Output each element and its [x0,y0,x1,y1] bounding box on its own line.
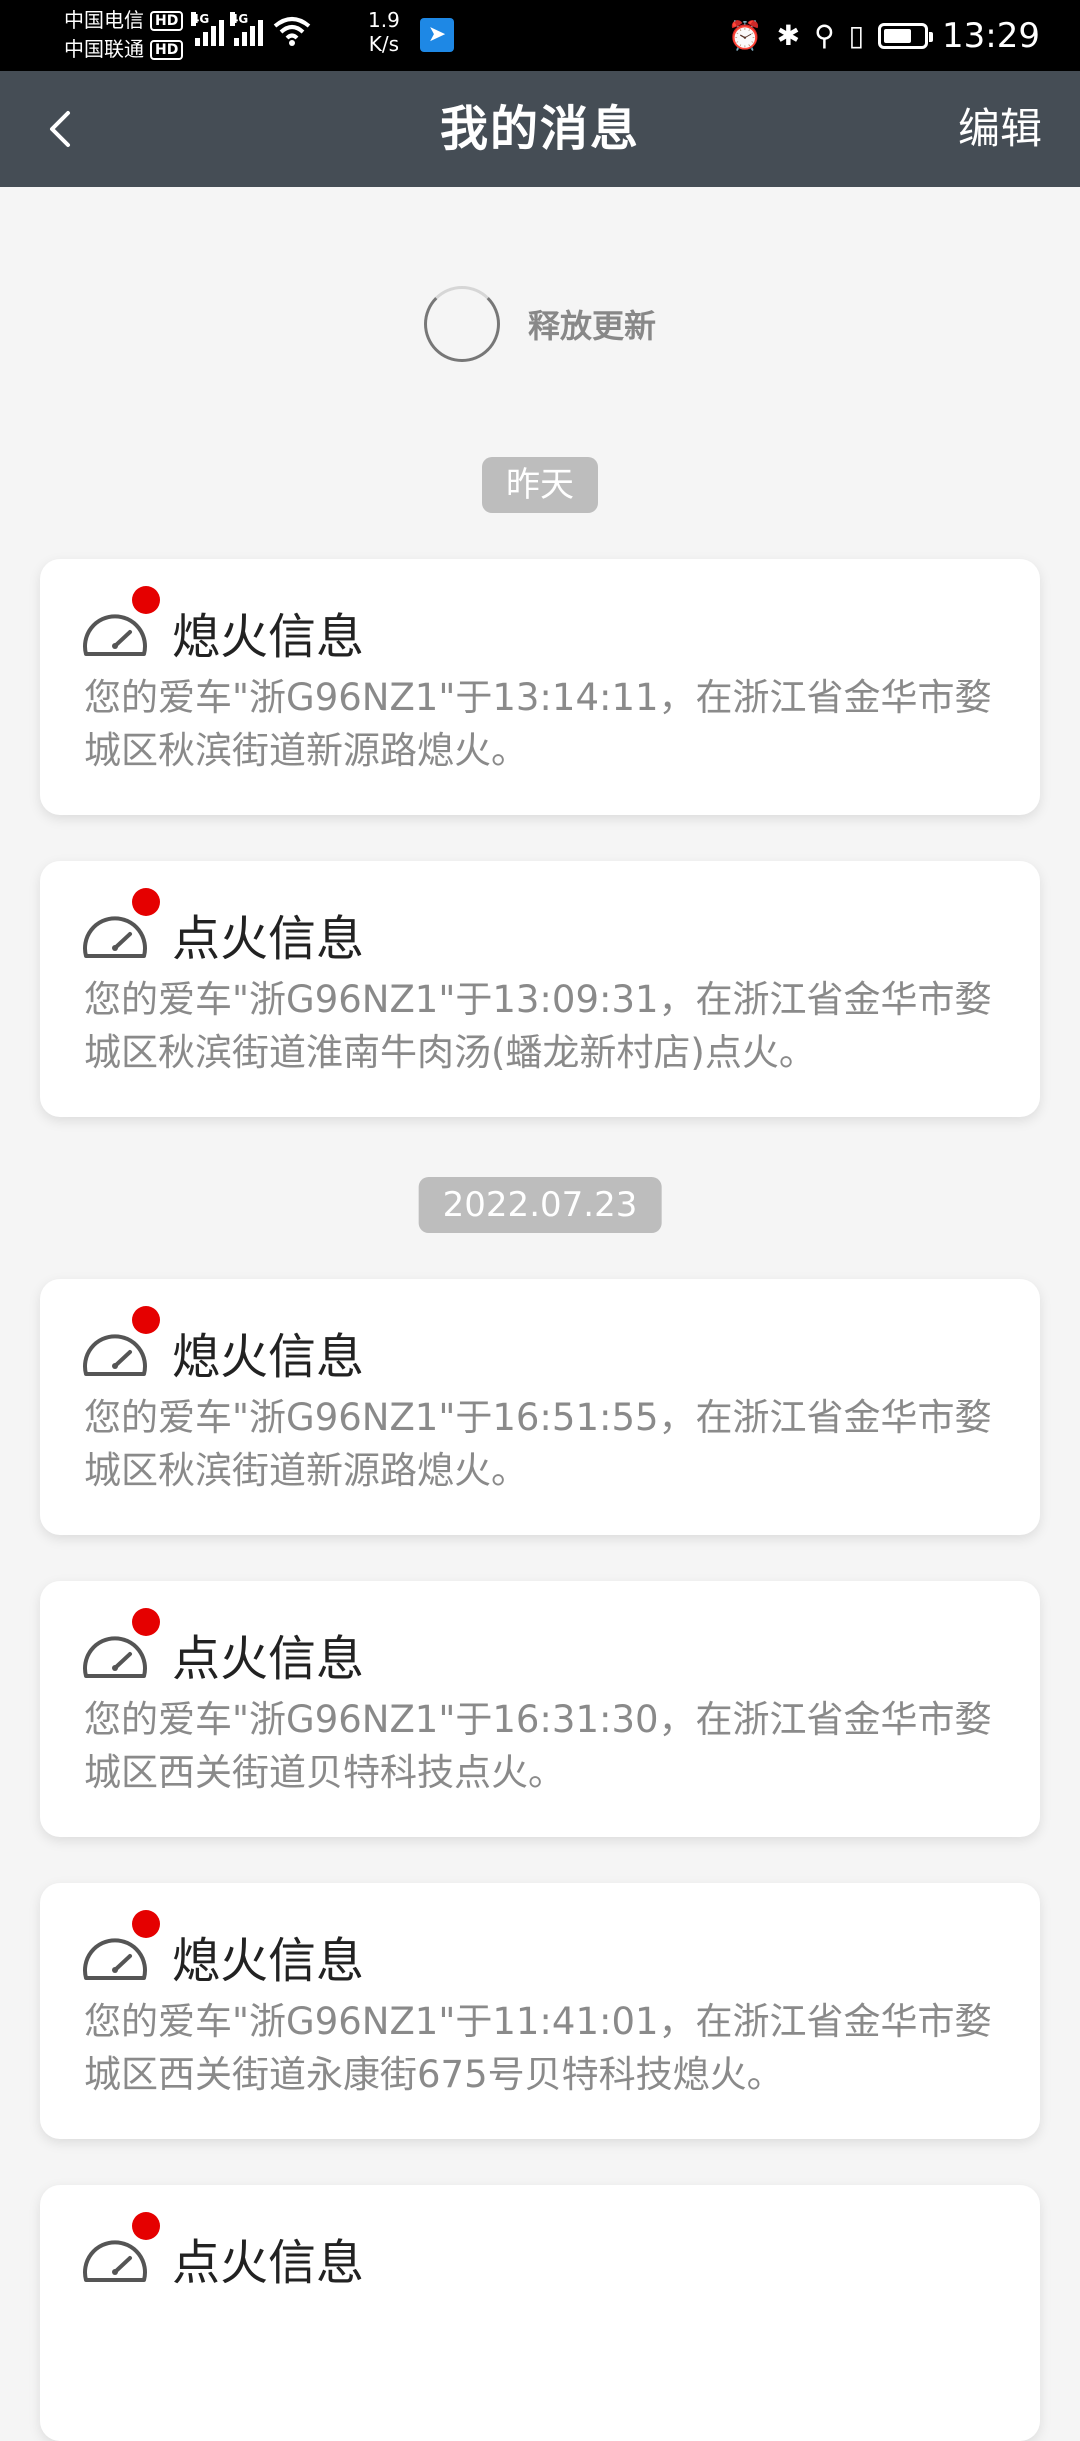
refresh-label: 释放更新 [527,307,656,345]
message-title: 熄火信息 [172,1329,365,1385]
date-separator: 2022.07.23 [418,1177,662,1233]
speedometer-icon [80,2212,160,2284]
top-app-bar: 我的消息 编辑 [0,71,1080,187]
unread-dot [132,888,160,916]
page-title: 我的消息 [439,101,640,157]
speedometer-icon [80,586,160,658]
signal-icon: 4G [191,12,224,46]
message-card[interactable]: 熄火信息 您的爱车"浙G96NZ1"于16:51:55，在浙江省金华市婺城区秋滨… [40,1279,1040,1535]
message-card[interactable]: 点火信息 [40,2185,1040,2441]
loading-spinner-icon [423,286,500,362]
status-right: ⏰ ✱ ⚲ ▯ 13:29 [728,0,1040,71]
hd-badge: HD [150,10,184,31]
app-notification-icon: ➤ [420,18,454,52]
alarm-icon: ⏰ [727,19,763,52]
unread-dot [132,2212,160,2240]
message-title: 熄火信息 [172,609,365,665]
speedometer-icon [80,888,160,960]
message-body: 您的爱车"浙G96NZ1"于11:41:01，在浙江省金华市婺城区西关街道永康街… [84,2000,992,2096]
signal-icon: 4G [230,12,263,46]
wifi-icon [273,17,311,46]
unread-dot [132,1608,160,1636]
message-title: 点火信息 [172,1631,365,1687]
message-body: 您的爱车"浙G96NZ1"于13:09:31，在浙江省金华市婺城区秋滨街道淮南牛… [84,978,992,1074]
carrier-2: 中国联通 [64,37,144,61]
message-card[interactable]: 熄火信息 您的爱车"浙G96NZ1"于13:14:11，在浙江省金华市婺城区秋滨… [40,559,1040,815]
message-body: 您的爱车"浙G96NZ1"于16:31:30，在浙江省金华市婺城区西关街道贝特科… [84,1698,992,1794]
message-title: 点火信息 [172,2235,365,2291]
status-bar: 中国电信 HD 中国联通 HD 4G 4G 1.9 K/s ➤ ⏰ ✱ ⚲ ▯ [0,0,1080,71]
carrier-info: 中国电信 HD 中国联通 HD [64,6,184,64]
message-title: 熄火信息 [172,1933,365,1989]
speedometer-icon [80,1910,160,1982]
net-speed: 1.9 K/s [368,8,400,56]
message-title: 点火信息 [172,911,365,967]
speedometer-icon [80,1608,160,1680]
pull-to-refresh: 释放更新 [0,281,1080,367]
unread-dot [132,586,160,614]
battery-icon [878,22,934,49]
hd-badge: HD [150,39,184,60]
unread-dot [132,1910,160,1938]
message-card[interactable]: 点火信息 您的爱车"浙G96NZ1"于16:31:30，在浙江省金华市婺城区西关… [40,1581,1040,1837]
message-card[interactable]: 点火信息 您的爱车"浙G96NZ1"于13:09:31，在浙江省金华市婺城区秋滨… [40,861,1040,1117]
location-icon: ⚲ [814,19,835,52]
message-list[interactable]: 释放更新 昨天 熄火信息 您的爱车"浙G96NZ1"于13:14:11，在浙江省… [0,187,1080,2441]
vibrate-icon: ▯ [848,19,865,52]
unread-dot [132,1306,160,1334]
date-separator: 昨天 [482,457,598,513]
message-card[interactable]: 熄火信息 您的爱车"浙G96NZ1"于11:41:01，在浙江省金华市婺城区西关… [40,1883,1040,2139]
signal-icons: 4G 4G [191,12,311,46]
carrier-1: 中国电信 [64,8,144,32]
message-body: 您的爱车"浙G96NZ1"于13:14:11，在浙江省金华市婺城区秋滨街道新源路… [84,676,992,772]
bluetooth-icon: ✱ [776,19,801,52]
edit-button[interactable]: 编辑 [958,71,1042,187]
clock: 13:29 [942,15,1040,56]
speedometer-icon [80,1306,160,1378]
message-body: 您的爱车"浙G96NZ1"于16:51:55，在浙江省金华市婺城区秋滨街道新源路… [84,1396,992,1492]
